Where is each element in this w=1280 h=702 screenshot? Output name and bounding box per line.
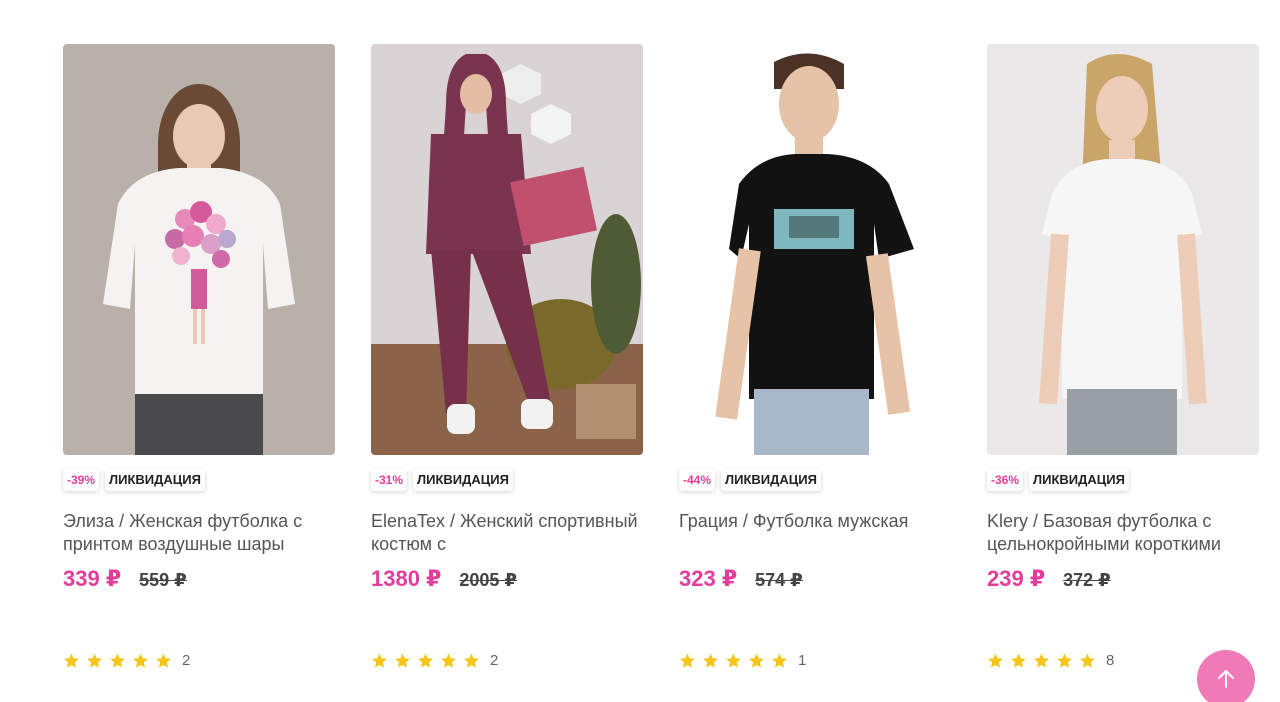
- price-block: 323 ₽ 574 ₽: [679, 566, 803, 592]
- product-card[interactable]: -44% ЛИКВИДАЦИЯ Грация / Футболка мужска…: [679, 44, 951, 684]
- badges: -44% ЛИКВИДАЦИЯ: [679, 469, 821, 491]
- price-block: 1380 ₽ 2005 ₽: [371, 566, 517, 592]
- rating: 1: [679, 652, 806, 669]
- discount-badge: -44%: [679, 469, 716, 491]
- star-icon: [771, 652, 788, 669]
- discount-badge: -36%: [987, 469, 1024, 491]
- product-card[interactable]: -31% ЛИКВИДАЦИЯ ElenaTex / Женский спорт…: [371, 44, 643, 684]
- star-icon: [63, 652, 80, 669]
- price-block: 339 ₽ 559 ₽: [63, 566, 187, 592]
- arrow-up-icon: [1218, 670, 1234, 688]
- star-icon: [1033, 652, 1050, 669]
- review-count: 2: [490, 652, 499, 669]
- review-count: 2: [182, 652, 191, 669]
- current-price: 239 ₽: [987, 566, 1046, 591]
- rating: 2: [371, 652, 498, 669]
- product-title[interactable]: Грация / Футболка мужская: [679, 510, 951, 556]
- star-icon: [463, 652, 480, 669]
- discount-badge: -31%: [371, 469, 408, 491]
- product-title[interactable]: ElenaTex / Женский спортивный костюм с: [371, 510, 643, 556]
- product-card[interactable]: -39% ЛИКВИДАЦИЯ Элиза / Женская футболка…: [63, 44, 335, 684]
- star-icon: [748, 652, 765, 669]
- old-price: 574 ₽: [755, 570, 803, 590]
- product-grid: -39% ЛИКВИДАЦИЯ Элиза / Женская футболка…: [63, 44, 1259, 684]
- star-icon: [371, 652, 388, 669]
- star-icon: [417, 652, 434, 669]
- scroll-to-top-button[interactable]: [1197, 650, 1255, 702]
- badges: -36% ЛИКВИДАЦИЯ: [987, 469, 1129, 491]
- current-price: 1380 ₽: [371, 566, 442, 591]
- star-icon: [86, 652, 103, 669]
- review-count: 8: [1106, 652, 1115, 669]
- star-icon: [132, 652, 149, 669]
- old-price: 372 ₽: [1063, 570, 1111, 590]
- star-icon: [1010, 652, 1027, 669]
- star-icon: [725, 652, 742, 669]
- sale-tag-badge: ЛИКВИДАЦИЯ: [1029, 469, 1129, 491]
- sale-tag-badge: ЛИКВИДАЦИЯ: [721, 469, 821, 491]
- star-icon: [987, 652, 1004, 669]
- star-icon: [109, 652, 126, 669]
- product-image[interactable]: [987, 44, 1259, 455]
- badges: -31% ЛИКВИДАЦИЯ: [371, 469, 513, 491]
- price-block: 239 ₽ 372 ₽: [987, 566, 1111, 592]
- product-image[interactable]: [679, 44, 951, 455]
- old-price: 2005 ₽: [459, 570, 517, 590]
- review-count: 1: [798, 652, 807, 669]
- star-icon: [1079, 652, 1096, 669]
- star-icon: [702, 652, 719, 669]
- rating: 8: [987, 652, 1114, 669]
- sale-tag-badge: ЛИКВИДАЦИЯ: [413, 469, 513, 491]
- star-icon: [440, 652, 457, 669]
- product-title[interactable]: Элиза / Женская футболка с принтом возду…: [63, 510, 335, 556]
- star-icon: [155, 652, 172, 669]
- star-icon: [394, 652, 411, 669]
- product-card[interactable]: -36% ЛИКВИДАЦИЯ Klery / Базовая футболка…: [987, 44, 1259, 684]
- current-price: 323 ₽: [679, 566, 738, 591]
- badges: -39% ЛИКВИДАЦИЯ: [63, 469, 205, 491]
- discount-badge: -39%: [63, 469, 100, 491]
- star-icon: [679, 652, 696, 669]
- rating: 2: [63, 652, 190, 669]
- old-price: 559 ₽: [139, 570, 187, 590]
- product-image[interactable]: [371, 44, 643, 455]
- product-title[interactable]: Klery / Базовая футболка с цельнокройным…: [987, 510, 1259, 556]
- current-price: 339 ₽: [63, 566, 122, 591]
- star-icon: [1056, 652, 1073, 669]
- sale-tag-badge: ЛИКВИДАЦИЯ: [105, 469, 205, 491]
- product-image[interactable]: [63, 44, 335, 455]
